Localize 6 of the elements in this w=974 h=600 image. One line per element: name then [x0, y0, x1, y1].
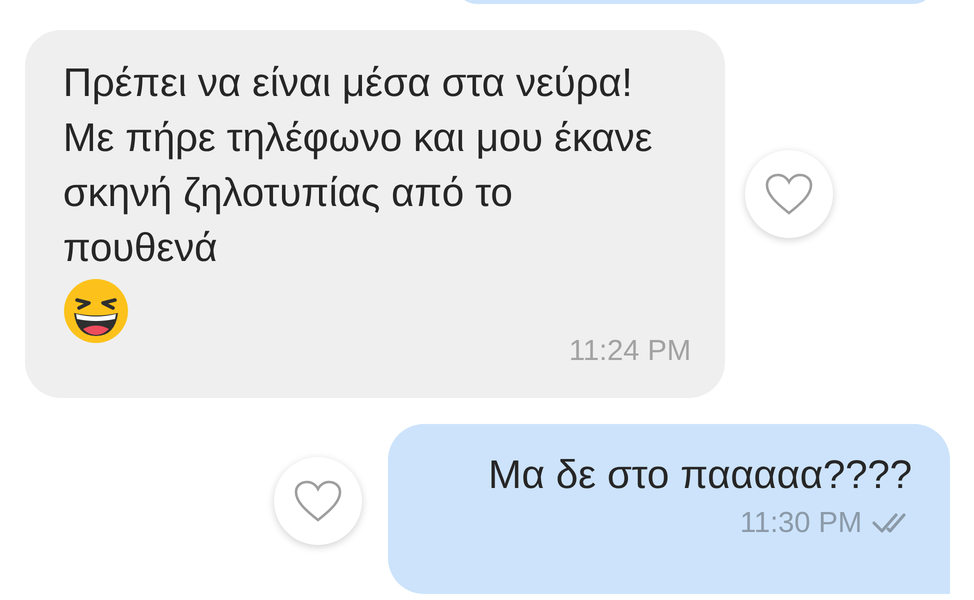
heart-icon [294, 480, 342, 522]
message-text: Πρέπει να είναι μέσα στα νεύρα! Με πήρε τηλέφωνο και μου έκανε σκηνή ζηλοτυπίας από το πουθενά [63, 60, 654, 272]
message-time: 11:24 PM [569, 334, 691, 369]
message-text: Μα δε στο πααααα???? [487, 452, 913, 498]
message-time: 11:30 PM [740, 506, 862, 540]
heart-icon [765, 172, 813, 215]
